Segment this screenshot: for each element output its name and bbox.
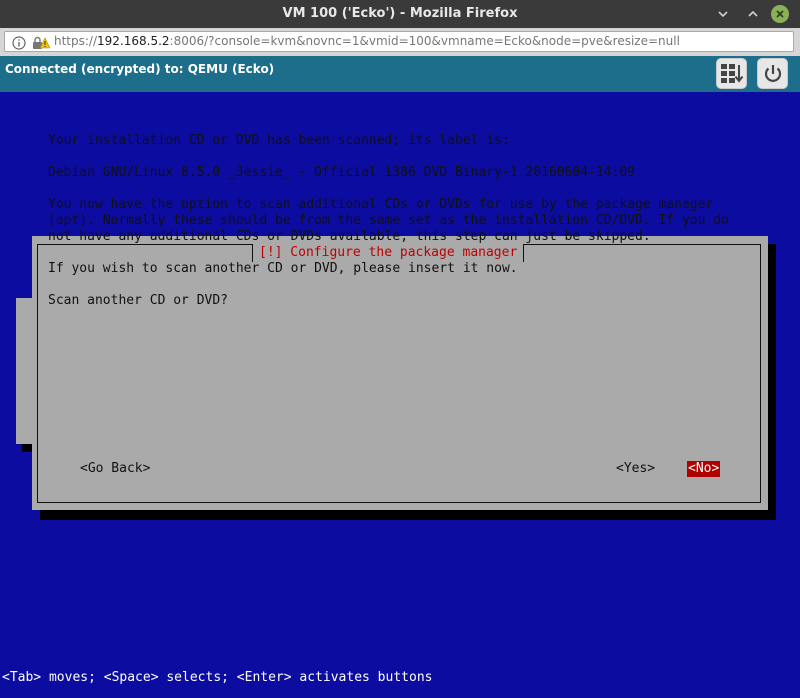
info-icon[interactable] [12,35,26,54]
url-path: :8006/?console=kvm&novnc=1&vmid=100&vmna… [169,34,680,48]
keyboard-keys-icon [721,64,744,83]
help-text: <Tab> moves; <Space> selects; <Enter> ac… [2,670,433,685]
lock-warning-icon[interactable] [32,35,51,54]
option-text-line: not have any additional CDs or DVDs avai… [48,229,651,244]
disc-label: Debian GNU/Linux 8.5.0 _Jessie_ - Offici… [48,165,635,180]
yes-button[interactable]: <Yes> [616,461,655,477]
scan-question: Scan another CD or DVD? [48,293,229,308]
vnc-connection-status: Connected (encrypted) to: QEMU (Ecko) [5,62,275,76]
help-bar: <Tab> moves; <Space> selects; <Enter> ac… [0,670,800,698]
window-titlebar: VM 100 ('Ecko') - Mozilla Firefox [0,0,800,28]
option-text-line: (apt). Normally these should be from the… [48,213,729,228]
maximize-icon[interactable] [744,5,762,23]
window-title: VM 100 ('Ecko') - Mozilla Firefox [282,6,518,21]
power-icon [764,65,782,82]
no-button[interactable]: <No> [687,461,721,477]
close-icon[interactable] [771,5,789,23]
scanned-message: Your installation CD or DVD has been sca… [48,133,510,148]
go-back-button[interactable]: <Go Back> [80,461,150,477]
dialog-content [32,144,768,418]
url-host: 192.168.5.2 [97,34,170,48]
power-button[interactable] [757,58,788,89]
minimize-icon[interactable] [714,5,732,23]
url-text: https://192.168.5.2:8006/?console=kvm&no… [54,34,680,48]
url-input[interactable]: https://192.168.5.2:8006/?console=kvm&no… [4,31,794,52]
url-prefix: https:// [54,34,98,48]
option-text-line: You now have the option to scan addition… [48,197,714,212]
insert-instruction: If you wish to scan another CD or DVD, p… [48,261,518,276]
url-toolbar: https://192.168.5.2:8006/?console=kvm&no… [0,28,800,57]
vnc-control-bar: Connected (encrypted) to: QEMU (Ecko) [0,56,800,92]
send-keys-button[interactable] [716,58,747,89]
